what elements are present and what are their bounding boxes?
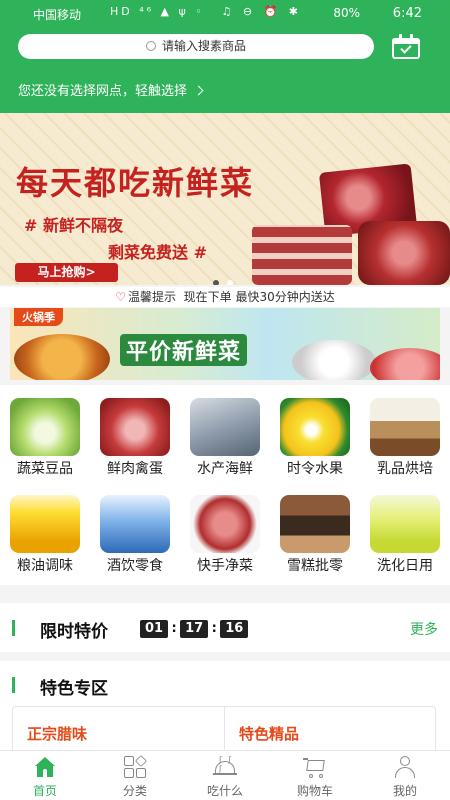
hotpot-image xyxy=(14,334,110,380)
tab-profile[interactable]: 我的 xyxy=(360,751,450,800)
category-label: 时令水果 xyxy=(287,461,343,477)
category-label: 酒饮零食 xyxy=(107,558,163,574)
detergent-icon xyxy=(370,495,440,553)
system-icons: ♫ ⊖ ⏰ ✱ xyxy=(221,5,302,18)
tab-label: 吃什么 xyxy=(206,784,243,798)
meat-image xyxy=(358,221,450,285)
banner-headline: 每天都吃新鲜菜 xyxy=(16,164,255,202)
carousel-dot[interactable] xyxy=(227,280,233,285)
category-grid: 蔬菜豆品 鲜肉禽蛋 水产海鲜 时令水果 乳品烘培 粮油调味 酒饮零食 快手净菜 … xyxy=(0,385,450,585)
dairy-bakery-icon xyxy=(370,398,440,456)
category-label: 粮油调味 xyxy=(17,558,73,574)
notice-icon: ♡ xyxy=(115,290,126,304)
category-item[interactable]: 时令水果 xyxy=(270,385,360,481)
category-label: 快手净菜 xyxy=(197,558,253,574)
buy-now-button[interactable]: 马上抢购> xyxy=(15,263,118,282)
category-item[interactable]: 粮油调味 xyxy=(0,482,90,578)
category-icon xyxy=(123,754,148,779)
cooking-oil-icon xyxy=(10,495,80,553)
notice-text: 现在下单 最快30分钟内送达 xyxy=(183,290,335,304)
user-icon xyxy=(393,755,417,779)
category-label: 洗化日用 xyxy=(377,558,433,574)
banner-carousel[interactable]: 每天都吃新鲜菜 # 新鲜不隔夜 剩菜免费送 # 马上抢购> xyxy=(0,113,450,285)
carousel-indicator xyxy=(213,271,241,285)
clock: 6:42 xyxy=(392,6,422,21)
countdown-hours: 01 xyxy=(140,620,169,638)
flash-sale-section: 限时特价 01:17:16 更多 xyxy=(0,603,450,652)
category-item[interactable]: 蔬菜豆品 xyxy=(0,385,90,481)
tab-cart[interactable]: 购物车 xyxy=(270,751,360,800)
carousel-dot-active[interactable] xyxy=(213,280,219,285)
category-item[interactable]: 鲜肉禽蛋 xyxy=(90,385,180,481)
category-label: 蔬菜豆品 xyxy=(17,461,73,477)
search-placeholder: 请输入搜素商品 xyxy=(161,39,246,53)
category-item[interactable]: 快手净菜 xyxy=(180,482,270,578)
special-zone-section: 特色专区 正宗腊味 特色精品 xyxy=(0,661,450,751)
tab-label: 购物车 xyxy=(296,784,333,798)
bottom-tab-bar: 首页 分类 ʃ ʃ ʃ 吃什么 购物车 我的 xyxy=(0,750,450,800)
meatball-bowl-image xyxy=(292,340,376,380)
pork-belly-image xyxy=(252,225,352,285)
category-item[interactable]: 水产海鲜 xyxy=(180,385,270,481)
category-item[interactable]: 洗化日用 xyxy=(360,482,450,578)
fish-icon xyxy=(190,398,260,456)
tab-label: 首页 xyxy=(32,784,57,798)
tab-label: 我的 xyxy=(392,784,417,798)
category-label: 雪糕批零 xyxy=(287,558,343,574)
special-card-title: 特色精品 xyxy=(239,725,300,743)
category-label: 水产海鲜 xyxy=(197,461,253,477)
search-input[interactable]: 请输入搜素商品 xyxy=(18,34,374,59)
cart-icon xyxy=(303,755,327,779)
section-marker xyxy=(12,677,15,693)
delivery-notice: ♡ 温馨提示 现在下单 最快30分钟内送达 xyxy=(0,287,450,307)
category-label: 乳品烘培 xyxy=(377,461,433,477)
select-branch-link[interactable]: 您还没有选择网点，轻触选择 xyxy=(18,80,204,99)
section-title: 限时特价 xyxy=(40,622,108,642)
header: 中国移动 HD ⁴⁶ ▲ ψ ◦ ♫ ⊖ ⏰ ✱ 80% 6:42 请输入搜素商… xyxy=(0,0,450,113)
category-label: 鲜肉禽蛋 xyxy=(107,461,163,477)
meat-icon xyxy=(100,398,170,456)
countdown-seconds: 16 xyxy=(220,620,249,638)
bottled-water-icon xyxy=(100,495,170,553)
tab-category[interactable]: 分类 xyxy=(90,751,180,800)
sliced-meat-icon xyxy=(190,495,260,553)
banner-line-1: # 新鲜不隔夜 xyxy=(24,216,123,235)
notice-label: 温馨提示 xyxy=(128,290,177,304)
battery-level: 80% xyxy=(333,6,360,20)
calendar-checkin-icon[interactable] xyxy=(391,34,421,60)
status-bar: 中国移动 HD ⁴⁶ ▲ ψ ◦ ♫ ⊖ ⏰ ✱ 80% 6:42 xyxy=(0,0,450,26)
banner-line-2: 剩菜免费送 # xyxy=(108,243,207,262)
special-card[interactable]: 特色精品 xyxy=(224,706,436,751)
tab-home[interactable]: 首页 xyxy=(0,751,90,800)
chevron-right-icon xyxy=(193,85,204,96)
watermelon-icon xyxy=(280,398,350,456)
search-icon xyxy=(145,41,156,51)
tab-label: 分类 xyxy=(122,784,147,798)
promo-tag: 火锅季 xyxy=(14,308,63,326)
category-item[interactable]: 雪糕批零 xyxy=(270,482,360,578)
home-icon xyxy=(33,755,57,779)
more-link[interactable]: 更多 xyxy=(410,619,438,639)
meat-plate-image xyxy=(370,348,440,380)
category-item[interactable]: 乳品烘培 xyxy=(360,385,450,481)
signal-icons: HD ⁴⁶ ▲ ψ ◦ xyxy=(110,5,205,18)
countdown-timer: 01:17:16 xyxy=(140,620,249,638)
dish-cover-icon: ʃ ʃ ʃ xyxy=(213,755,237,779)
special-card-title: 正宗腊味 xyxy=(27,725,88,743)
special-card[interactable]: 正宗腊味 xyxy=(12,706,224,751)
section-marker xyxy=(12,620,15,636)
promo-banner[interactable]: 火锅季 平价新鲜菜 xyxy=(10,308,440,380)
tab-what-to-eat[interactable]: ʃ ʃ ʃ 吃什么 xyxy=(180,751,270,800)
section-title: 特色专区 xyxy=(40,679,108,699)
branch-prompt: 您还没有选择网点，轻触选择 xyxy=(18,84,188,99)
carrier-name: 中国移动 xyxy=(33,8,82,22)
category-item[interactable]: 酒饮零食 xyxy=(90,482,180,578)
countdown-minutes: 17 xyxy=(180,620,209,638)
ice-cream-icon xyxy=(280,495,350,553)
cabbage-icon xyxy=(10,398,80,456)
promo-title: 平价新鲜菜 xyxy=(120,334,248,366)
